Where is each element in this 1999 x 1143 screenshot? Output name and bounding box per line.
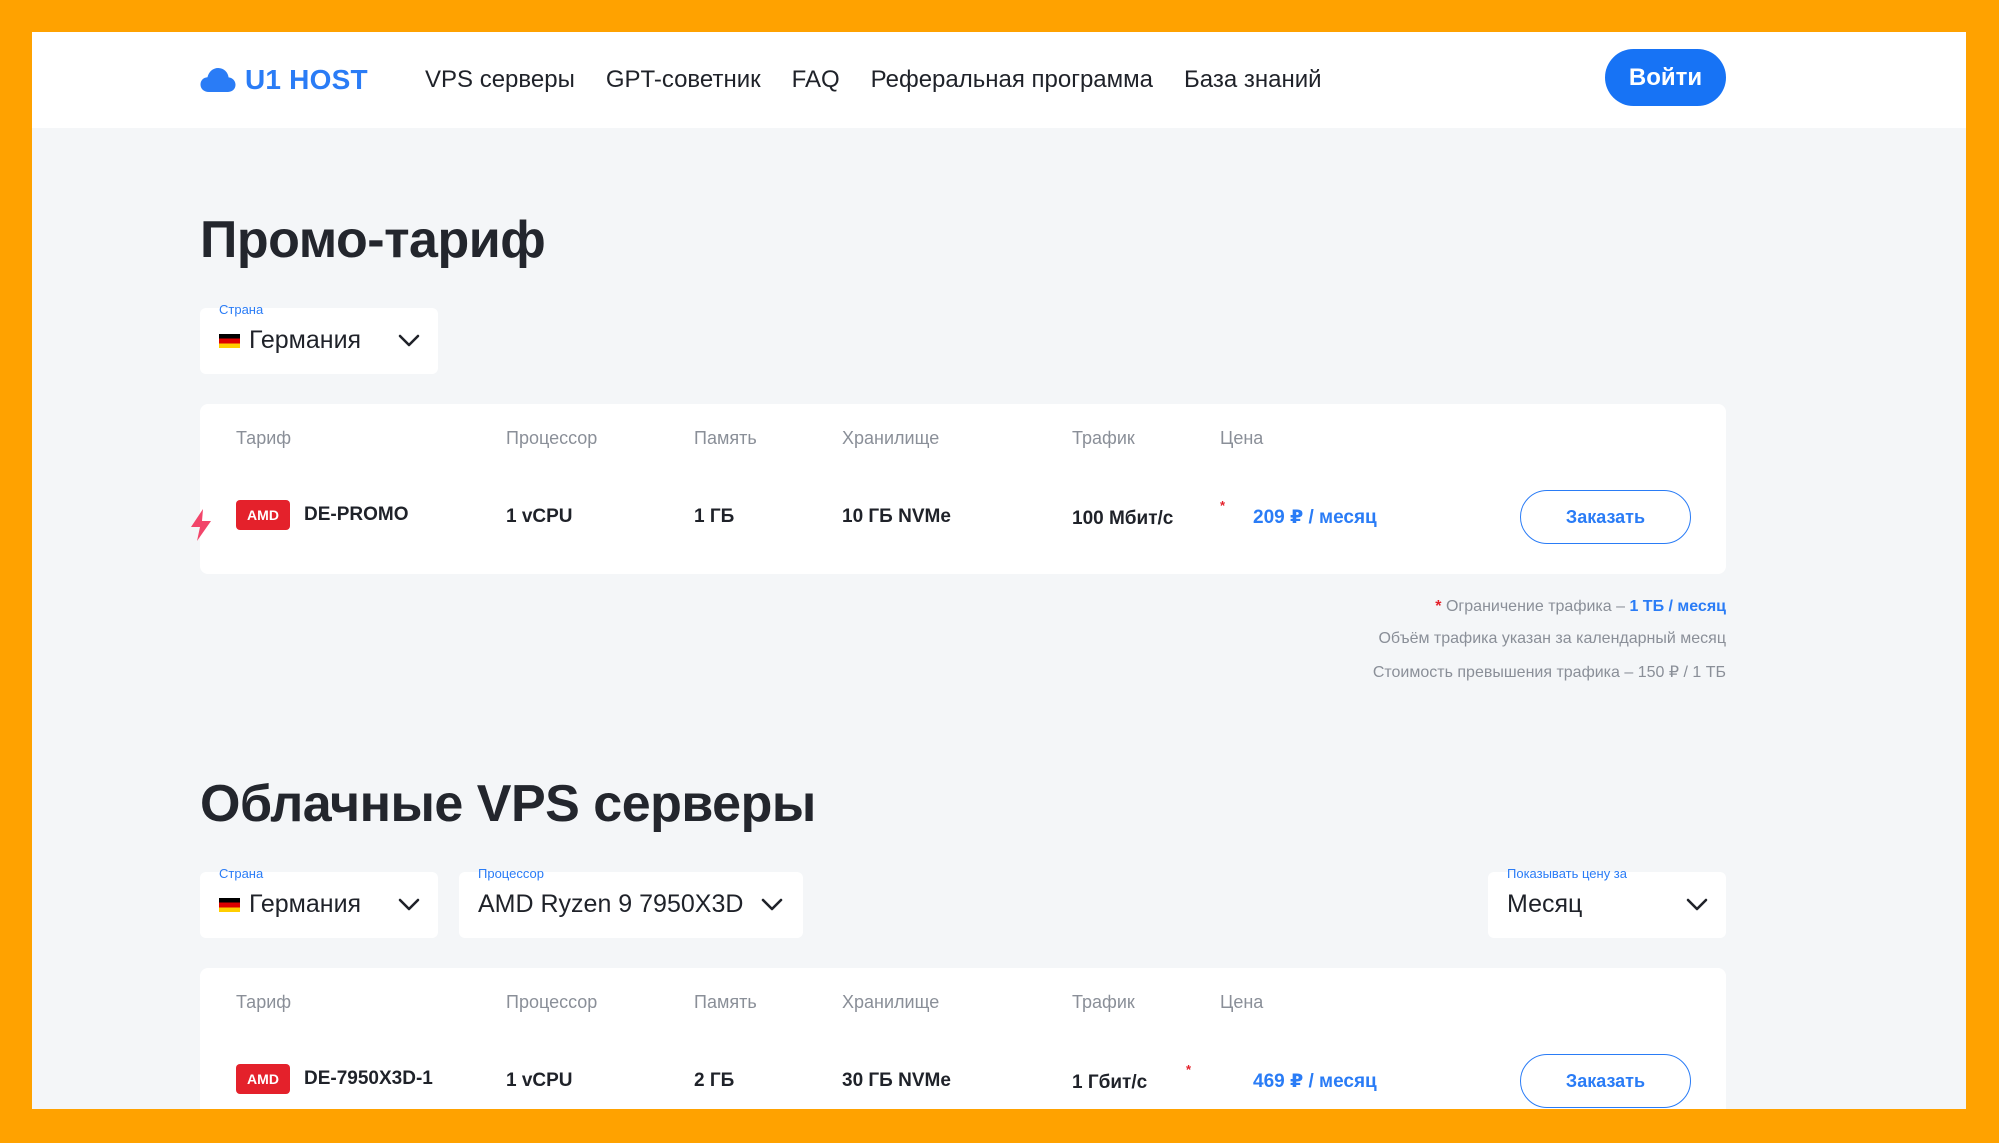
- traffic-value: 100 Мбит/с: [1072, 508, 1174, 529]
- germany-flag-icon: [219, 897, 240, 912]
- order-button[interactable]: Заказать: [1520, 490, 1691, 544]
- select-label: Страна: [219, 302, 264, 317]
- select-value: Месяц: [1507, 890, 1582, 919]
- chevron-down-icon: [761, 898, 783, 911]
- select-value: AMD Ryzen 9 7950X3D: [478, 890, 743, 919]
- cloud-vps-title: Облачные VPS серверы: [200, 775, 816, 833]
- login-button[interactable]: Войти: [1605, 49, 1726, 106]
- promo-country-select[interactable]: Страна Германия: [200, 302, 438, 374]
- promo-table: Тариф Процессор Память Хранилище Трафик …: [200, 404, 1726, 574]
- chevron-down-icon: [1686, 898, 1708, 911]
- price-value: 209 ₽ / месяц: [1253, 507, 1377, 528]
- column-header-plan: Тариф: [236, 428, 292, 448]
- storage-value: 30 ГБ NVMe: [842, 1070, 951, 1091]
- amd-badge: AMD: [236, 500, 290, 530]
- germany-flag-icon: [219, 333, 240, 348]
- select-label: Процессор: [478, 866, 544, 881]
- traffic-footnote-mark: *: [1186, 1062, 1192, 1077]
- ram-value: 1 ГБ: [694, 506, 735, 527]
- amd-badge: AMD: [236, 1064, 290, 1094]
- select-value-text: Месяц: [1507, 890, 1583, 918]
- cloud-period-select[interactable]: Показывать цену за Месяц: [1488, 866, 1726, 938]
- column-header-cpu: Процессор: [506, 992, 598, 1012]
- storage-value: 10 ГБ NVMe: [842, 506, 951, 527]
- select-label: Страна: [219, 866, 264, 881]
- cloud-icon: [200, 68, 236, 92]
- column-header-price: Цена: [1220, 428, 1264, 448]
- traffic-limit-value: 1 ТБ / месяц: [1629, 598, 1726, 615]
- select-value-text: Германия: [249, 326, 362, 354]
- nav-item-knowledge-base[interactable]: База знаний: [1184, 66, 1322, 94]
- promo-title: Промо-тариф: [200, 211, 546, 269]
- chevron-down-icon: [398, 334, 420, 347]
- cpu-value: 1 vCPU: [506, 1070, 573, 1091]
- traffic-value: 1 Гбит/с: [1072, 1072, 1148, 1093]
- lightning-icon: [191, 509, 211, 541]
- page: U1 HOST VPS серверы GPT-советник FAQ Реф…: [32, 32, 1966, 1109]
- nav-item-referral[interactable]: Реферальная программа: [871, 66, 1153, 94]
- traffic-limit-text: Ограничение трафика –: [1445, 598, 1630, 615]
- logo-text: U1 HOST: [245, 64, 368, 95]
- column-header-traffic: Трафик: [1072, 992, 1135, 1012]
- cloud-cpu-select[interactable]: Процессор AMD Ryzen 9 7950X3D: [459, 866, 803, 938]
- select-value-text: AMD Ryzen 9 7950X3D: [478, 890, 744, 918]
- traffic-period-note: Объём трафика указан за календарный меся…: [1378, 630, 1726, 647]
- nav-item-gpt[interactable]: GPT-советник: [606, 66, 761, 94]
- nav-item-vps[interactable]: VPS серверы: [425, 66, 575, 94]
- select-value: Германия: [219, 326, 361, 355]
- select-value-text: Германия: [249, 890, 362, 918]
- cpu-value: 1 vCPU: [506, 506, 573, 527]
- traffic-footnote-mark: *: [1220, 498, 1226, 513]
- traffic-overage-note: Стоимость превышения трафика – 150 ₽ / 1…: [1372, 664, 1726, 681]
- select-value: Германия: [219, 890, 361, 919]
- select-label: Показывать цену за: [1507, 866, 1627, 881]
- column-header-ram: Память: [694, 428, 757, 448]
- traffic-limit-note: * Ограничение трафика – 1 ТБ / месяц: [1435, 598, 1726, 616]
- ram-value: 2 ГБ: [694, 1070, 735, 1091]
- footnote-mark: *: [1435, 598, 1442, 615]
- main-nav: VPS серверы GPT-советник FAQ Реферальная…: [425, 62, 1322, 98]
- site-header: U1 HOST VPS серверы GPT-советник FAQ Реф…: [32, 32, 1966, 128]
- column-header-traffic: Трафик: [1072, 428, 1135, 448]
- logo[interactable]: U1 HOST: [200, 60, 368, 100]
- plan-name: DE-PROMO: [304, 504, 409, 525]
- column-header-plan: Тариф: [236, 992, 292, 1012]
- price-value: 469 ₽ / месяц: [1253, 1071, 1377, 1092]
- nav-item-faq[interactable]: FAQ: [792, 66, 840, 94]
- order-button[interactable]: Заказать: [1520, 1054, 1691, 1108]
- column-header-price: Цена: [1220, 992, 1264, 1012]
- column-header-storage: Хранилище: [842, 992, 940, 1012]
- cloud-vps-table: Тариф Процессор Память Хранилище Трафик …: [200, 968, 1726, 1109]
- column-header-storage: Хранилище: [842, 428, 940, 448]
- column-header-cpu: Процессор: [506, 428, 598, 448]
- cloud-country-select[interactable]: Страна Германия: [200, 866, 438, 938]
- plan-name: DE-7950X3D-1: [304, 1068, 433, 1089]
- chevron-down-icon: [398, 898, 420, 911]
- column-header-ram: Память: [694, 992, 757, 1012]
